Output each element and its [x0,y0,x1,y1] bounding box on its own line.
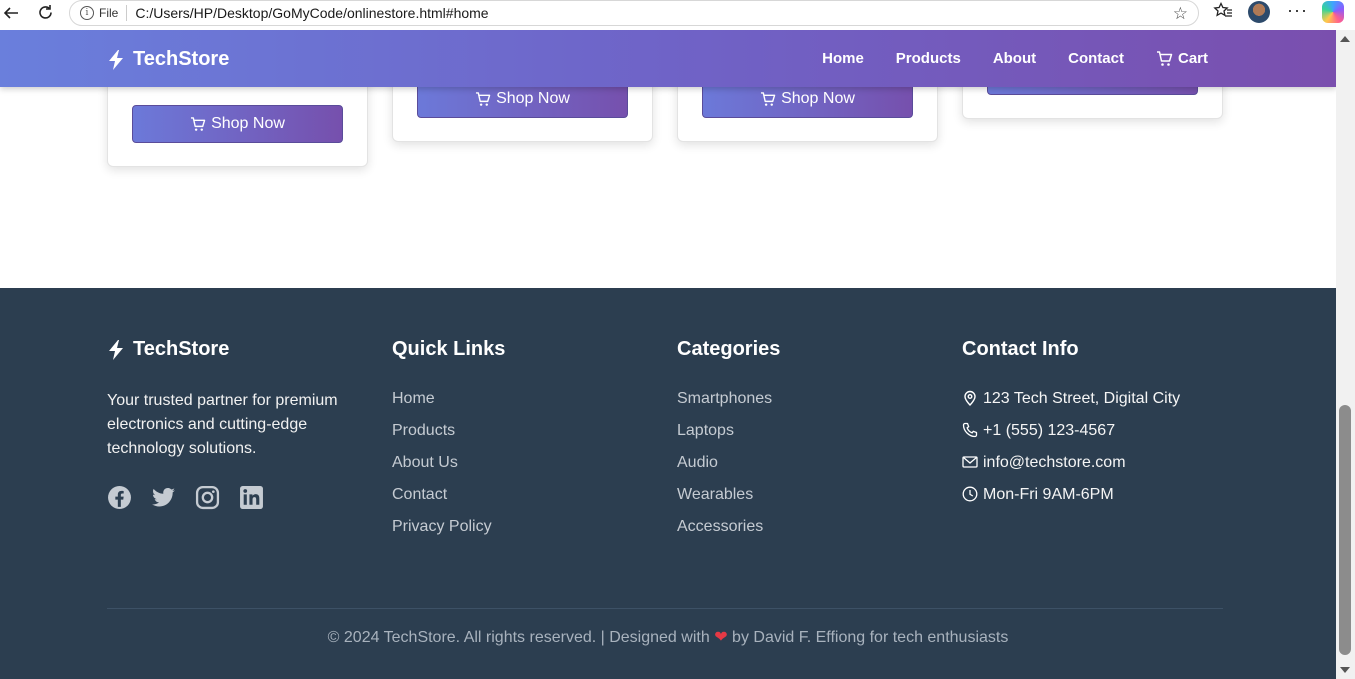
shop-now-label: Shop Now [211,115,285,132]
cart-icon [476,91,491,106]
brand-name: TechStore [133,48,230,70]
file-label: File [99,6,119,20]
envelope-icon [962,456,978,468]
copilot-icon[interactable] [1322,1,1344,23]
footer-link-contact[interactable]: Contact [392,485,505,517]
nav-link-home[interactable]: Home [822,50,864,67]
site-footer: TechStore Your trusted partner for premi… [0,288,1336,679]
linkedin-icon[interactable] [239,485,264,510]
footer-brand-name: TechStore [133,338,230,360]
contact-hours-text: Mon-Fri 9AM-6PM [983,486,1114,503]
contact-email-text[interactable]: info@techstore.com [983,453,1126,473]
cart-icon [1156,50,1173,66]
contact-address-text: 123 Tech Street, Digital City [983,390,1181,407]
nav-link-contact[interactable]: Contact [1068,50,1124,67]
twitter-icon[interactable] [151,485,176,510]
clock-icon [962,486,978,502]
category-link-accessories[interactable]: Accessories [677,517,780,549]
lightning-bolt-icon [109,339,123,360]
site-navbar: TechStore Home Products About Contact Ca… [0,30,1336,87]
footer-about-text: Your trusted partner for premium electro… [107,392,338,457]
category-link-laptops[interactable]: Laptops [677,421,780,453]
copyright-suffix: by David F. Effiong for tech enthusiasts [732,629,1009,646]
address-bar[interactable]: i File C:/Users/HP/Desktop/GoMyCode/onli… [69,0,1199,26]
cart-icon [761,91,776,106]
facebook-icon[interactable] [107,485,132,510]
phone-icon [962,422,978,438]
contact-address: 123 Tech Street, Digital City [962,389,1180,421]
contact-phone: +1 (555) 123-4567 [962,421,1180,453]
profile-avatar[interactable] [1248,1,1270,23]
shop-now-button[interactable]: Shop Now [132,105,343,143]
heart-icon: ❤ [714,629,728,646]
footer-divider [107,608,1223,609]
copyright-text: © 2024 TechStore. All rights reserved. |… [0,627,1336,647]
page-viewport: TechStore Home Products About Contact Ca… [0,30,1336,679]
brand-logo[interactable]: TechStore [107,48,229,71]
contact-email: info@techstore.com [962,453,1180,485]
reload-icon[interactable] [34,1,56,23]
more-menu-icon[interactable]: ··· [1287,0,1308,21]
footer-quick-links-column: Quick Links Home Products About Us Conta… [392,338,505,549]
footer-about-column: TechStore Your trusted partner for premi… [107,338,357,510]
contact-hours: Mon-Fri 9AM-6PM [962,485,1180,517]
category-link-audio[interactable]: Audio [677,453,780,485]
footer-link-privacy-policy[interactable]: Privacy Policy [392,517,505,549]
instagram-icon[interactable] [195,485,220,510]
favorites-list-icon[interactable] [1213,1,1233,25]
back-arrow-icon[interactable] [0,2,22,24]
favorite-star-icon[interactable]: ☆ [1173,4,1188,24]
footer-contact-column: Contact Info 123 Tech Street, Digital Ci… [962,338,1180,517]
shop-now-label: Shop Now [496,90,570,107]
footer-link-products[interactable]: Products [392,421,505,453]
scroll-up-arrow-icon[interactable] [1340,36,1350,42]
contact-phone-text: +1 (555) 123-4567 [983,422,1116,439]
footer-link-home[interactable]: Home [392,389,505,421]
nav-link-about[interactable]: About [993,50,1036,67]
scroll-down-arrow-icon[interactable] [1340,667,1350,673]
categories-heading: Categories [677,338,781,360]
contact-info-heading: Contact Info [962,338,1079,360]
footer-categories-column: Categories Smartphones Laptops Audio Wea… [677,338,780,549]
cart-label: Cart [1177,50,1208,67]
social-links [107,485,357,510]
nav-links: Home Products About Contact Cart [790,50,1208,67]
page-scrollbar[interactable] [1336,30,1355,679]
category-link-wearables[interactable]: Wearables [677,485,780,517]
quick-links-list: Home Products About Us Contact Privacy P… [392,389,505,549]
map-pin-icon [964,390,976,406]
categories-list: Smartphones Laptops Audio Wearables Acce… [677,389,780,549]
address-divider [126,5,128,21]
copyright-prefix: © 2024 TechStore. All rights reserved. |… [327,629,710,646]
category-link-smartphones[interactable]: Smartphones [677,389,780,421]
contact-info-list: 123 Tech Street, Digital City +1 (555) 1… [962,389,1180,517]
quick-links-heading: Quick Links [392,338,506,360]
shop-now-label: Shop Now [781,90,855,107]
browser-toolbar: i File C:/Users/HP/Desktop/GoMyCode/onli… [0,0,1355,30]
scrollbar-thumb[interactable] [1339,405,1351,655]
nav-link-cart[interactable]: Cart [1156,50,1208,67]
url-text[interactable]: C:/Users/HP/Desktop/GoMyCode/onlinestore… [135,5,488,21]
lightning-bolt-icon [109,49,123,70]
info-icon[interactable]: i [80,6,94,20]
footer-link-about-us[interactable]: About Us [392,453,505,485]
nav-link-products[interactable]: Products [896,50,961,67]
cart-icon [191,116,206,131]
footer-brand: TechStore [107,338,357,361]
